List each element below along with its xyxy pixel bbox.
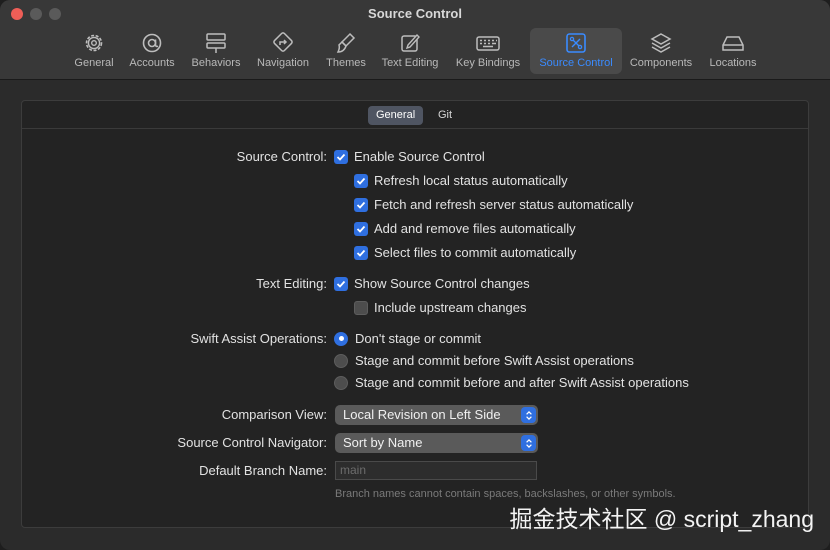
tab-label: Behaviors [191,57,241,69]
fetch-server-checkbox[interactable]: Fetch and refresh server status automati… [354,197,633,212]
show-changes-checkbox[interactable]: Show Source Control changes [334,276,530,291]
tab-general[interactable]: General [68,28,120,74]
branch-name-hint: Branch names cannot contain spaces, back… [335,488,676,500]
tab-label: Components [629,57,693,69]
tab-label: Navigation [257,57,309,69]
tab-behaviors[interactable]: Behaviors [186,28,246,74]
tab-accounts[interactable]: Accounts [125,28,179,74]
drive-icon [722,36,744,51]
preferences-window: Source Control General Accounts Behavior… [0,0,830,550]
text-editing-label: Text Editing: [256,276,327,291]
pencil-square-icon [401,33,420,52]
option-label: Enable Source Control [354,149,485,164]
option-label: Include upstream changes [374,300,527,315]
source-control-label: Source Control: [236,149,327,164]
tab-components[interactable]: Components [627,28,695,74]
option-label: Don't stage or commit [355,331,482,346]
keyboard-icon [476,36,500,51]
refresh-local-checkbox[interactable]: Refresh local status automatically [354,173,568,188]
checkbox-checked[interactable] [354,221,368,236]
source-control-icon [566,33,586,53]
navigation-icon [273,32,293,52]
enable-source-control-checkbox[interactable]: Enable Source Control [334,149,485,164]
tab-label: Themes [326,57,366,69]
segment-general[interactable]: General [368,106,424,125]
checkmark-icon [336,153,346,161]
default-branch-label: Default Branch Name: [199,463,327,478]
tab-text-editing[interactable]: Text Editing [377,28,443,74]
radio-unselected[interactable] [334,353,348,368]
tab-navigation[interactable]: Navigation [252,28,314,74]
tab-label: Key Bindings [455,57,521,69]
chevron-updown-icon [521,407,536,423]
at-icon [142,33,162,53]
checkbox-checked[interactable] [334,276,348,291]
checkbox-checked[interactable] [354,197,368,212]
tab-key-bindings[interactable]: Key Bindings [451,28,525,74]
checkbox-checked[interactable] [354,245,368,260]
add-remove-files-checkbox[interactable]: Add and remove files automatically [354,221,576,236]
checkmark-icon [356,225,366,233]
checkbox-unchecked[interactable] [354,300,368,315]
navigator-sort-popup[interactable]: Sort by Name [335,433,538,453]
option-label: Refresh local status automatically [374,173,568,188]
checkmark-icon [356,177,366,185]
chevron-updown-icon [521,435,536,451]
brush-icon [336,32,356,53]
default-branch-field[interactable]: main [335,461,537,480]
option-label: Fetch and refresh server status automati… [374,197,634,212]
tab-source-control[interactable]: Source Control [530,28,622,74]
comparison-view-popup[interactable]: Local Revision on Left Side [335,405,538,425]
checkmark-icon [356,249,366,257]
tab-locations[interactable]: Locations [704,28,762,74]
comparison-view-label: Comparison View: [221,407,327,422]
tab-themes[interactable]: Themes [320,28,372,74]
option-label: Select files to commit automatically [374,245,577,260]
option-label: Stage and commit before Swift Assist ope… [355,353,634,368]
tab-label: Source Control [539,57,613,69]
layers-icon [650,33,672,53]
tab-label: General [74,57,114,69]
option-label: Add and remove files automatically [374,221,576,236]
radio-stage-before[interactable]: Stage and commit before Swift Assist ope… [334,353,634,368]
tab-label: Text Editing [381,57,439,69]
checkbox-checked[interactable] [354,173,368,188]
radio-selected[interactable] [334,331,348,346]
behaviors-icon [206,33,226,53]
navigator-label: Source Control Navigator: [177,435,327,450]
option-label: Stage and commit before and after Swift … [355,375,689,390]
segment-git[interactable]: Git [430,106,460,125]
radio-unselected[interactable] [334,375,348,390]
toolbar: Source Control General Accounts Behavior… [0,0,830,80]
include-upstream-checkbox[interactable]: Include upstream changes [354,300,526,315]
tab-label: Locations [709,57,757,69]
select-files-checkbox[interactable]: Select files to commit automatically [354,245,576,260]
gear-icon [85,34,103,52]
checkbox-checked[interactable] [334,149,348,164]
option-label: Show Source Control changes [354,276,530,291]
field-placeholder: main [340,463,367,477]
window-title: Source Control [368,6,462,21]
popup-value: Local Revision on Left Side [343,407,501,422]
popup-value: Sort by Name [343,435,423,450]
checkmark-icon [356,201,366,209]
watermark: 掘金技术社区 @ script_zhang [509,506,814,532]
radio-dont-stage[interactable]: Don't stage or commit [334,331,481,346]
segmented-control: General Git [22,101,808,129]
tab-label: Accounts [129,57,175,69]
swift-assist-label: Swift Assist Operations: [190,331,327,346]
radio-stage-before-after[interactable]: Stage and commit before and after Swift … [334,375,689,390]
checkmark-icon [336,280,346,288]
